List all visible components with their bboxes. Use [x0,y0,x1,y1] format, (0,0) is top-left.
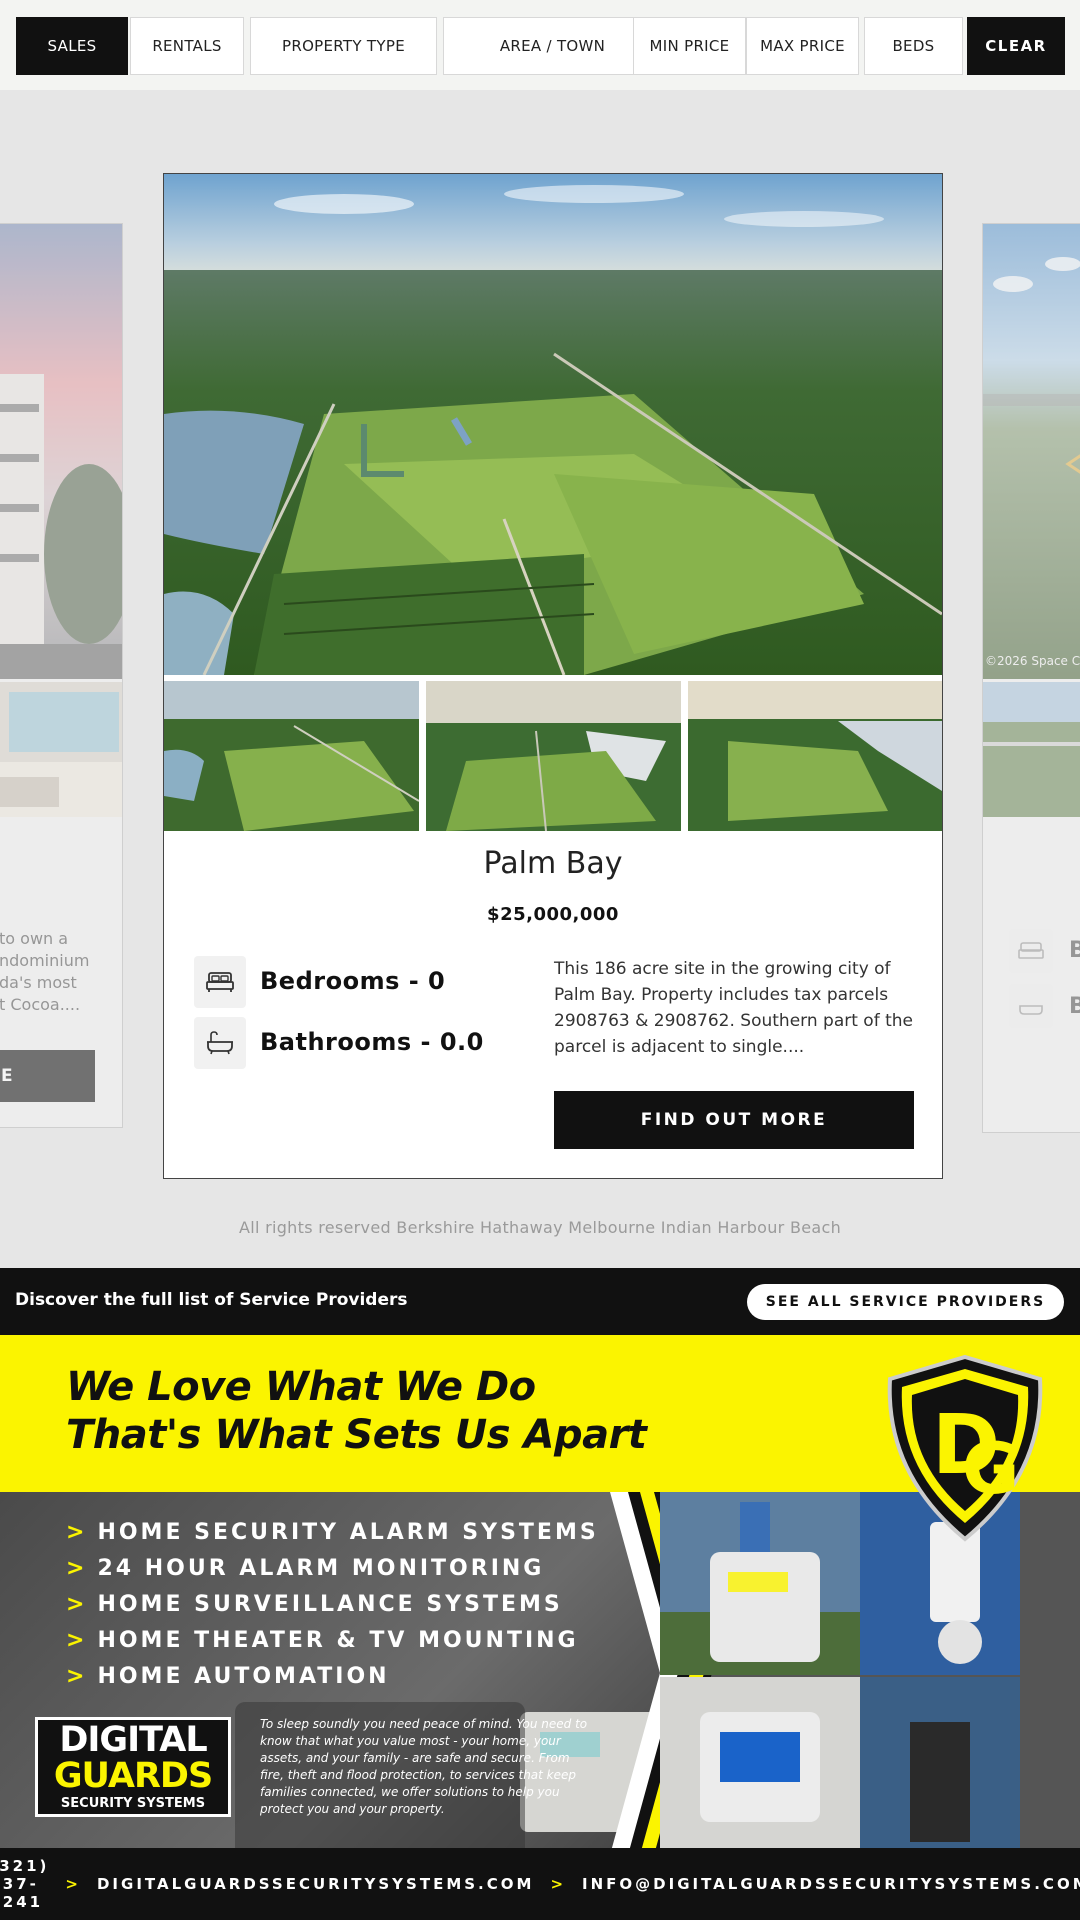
dg-shield-icon: D G [887,1354,1043,1542]
clear-filters-button[interactable]: CLEAR [967,17,1065,75]
ad-service-label: 24 HOUR ALARM MONITORING [97,1556,545,1581]
next-listing-thumb [983,682,1080,817]
arrow-icon: > [66,1664,88,1689]
svg-text:G: G [962,1428,1019,1510]
arrow-icon: > [66,1592,88,1617]
arrow-icon: > [66,1520,88,1545]
ad-service-item: >24 HOUR ALARM MONITORING [66,1551,599,1587]
listing-price: $25,000,000 [487,904,619,925]
listing-card-previous[interactable]: to own a ndominium da's most t Cocoa....… [0,223,123,1128]
ad-headline-line-2: That's What Sets Us Apart [66,1412,647,1458]
find-out-more-button[interactable]: FIND OUT MORE [554,1091,914,1149]
bedrooms-label: Bedrooms - 0 [260,967,446,995]
next-bedrooms-label: B [1069,938,1080,963]
ad-service-label: HOME SECURITY ALARM SYSTEMS [97,1520,599,1545]
ad-headline: We Love What We Do That's What Sets Us A… [66,1363,647,1459]
digital-guards-logo: DIGITAL GUARDS SECURITY SYSTEMS [35,1717,231,1817]
bathtub-icon [1009,984,1053,1028]
next-listing-hero-image [983,224,1080,679]
listing-title: Palm Bay [483,846,623,881]
previous-listing-thumb [0,682,122,817]
bed-icon [1009,929,1053,973]
arrow-icon: > [65,1875,81,1893]
photo-watermark: ©2026 Space Co [985,654,1080,668]
digital-guards-ad[interactable]: We Love What We Do That's What Sets Us A… [0,1335,1080,1920]
listing-description: This 186 acre site in the growing city o… [554,959,913,1057]
filter-min-price-dropdown[interactable]: MIN PRICE [633,17,746,75]
ad-website[interactable]: DIGITALGUARDSSECURITYSYSTEMS.COM [97,1875,534,1893]
filter-max-price-dropdown[interactable]: MAX PRICE [746,17,859,75]
previous-find-out-more-button[interactable]: E [0,1050,95,1102]
service-providers-text: Discover the full list of Service Provid… [15,1290,408,1310]
see-all-service-providers-button[interactable]: SEE ALL SERVICE PROVIDERS [747,1284,1064,1320]
service-providers-banner: Discover the full list of Service Provid… [0,1268,1080,1335]
ad-service-label: HOME SURVEILLANCE SYSTEMS [97,1592,563,1617]
previous-desc-line: ndominium [0,951,90,970]
listing-hero-image[interactable] [164,174,942,675]
filter-beds-dropdown[interactable]: BEDS [864,17,963,75]
filter-sales-button[interactable]: SALES [16,17,128,75]
previous-desc-line: to own a [0,929,69,948]
listing-thumbnail-1[interactable] [164,681,419,831]
ad-contact-bar: (321) 237-3241 > DIGITALGUARDSSECURITYSY… [0,1848,1080,1920]
previous-listing-hero-image [0,224,122,679]
logo-word-guards: GUARDS [53,1756,213,1796]
arrow-icon: > [66,1556,88,1581]
listing-card-active: Palm Bay $25,000,000 Bedrooms - 0 Bathro… [163,173,943,1179]
previous-listing-description: to own a ndominium da's most t Cocoa.... [0,928,89,1016]
ad-phone[interactable]: (321) 237-3241 [0,1857,49,1911]
arrow-icon: > [550,1875,567,1893]
filter-property-type-dropdown[interactable]: PROPERTY TYPE [250,17,437,75]
ad-service-item: > HOME SECURITY ALARM SYSTEMS [66,1515,599,1551]
bed-icon [194,956,246,1008]
listing-card-next[interactable]: ©2026 Space Co B B [982,223,1080,1133]
bathrooms-label: Bathrooms - 0.0 [260,1028,484,1056]
filter-bar: SALES RENTALS PROPERTY TYPE AREA / TOWN … [0,0,1080,90]
filter-area-town-dropdown[interactable]: AREA / TOWN [443,17,662,75]
ad-services-list: > HOME SECURITY ALARM SYSTEMS >24 HOUR AL… [66,1515,599,1695]
listing-thumbnail-3[interactable] [688,681,942,831]
logo-word-digital: DIGITAL [59,1720,207,1760]
ad-service-item: > HOME SURVEILLANCE SYSTEMS [66,1587,599,1623]
ad-email[interactable]: INFO@DIGITALGUARDSSECURITYSYSTEMS.COM [582,1875,1080,1893]
ad-service-item: > HOME AUTOMATION [66,1659,599,1695]
logo-tagline: SECURITY SYSTEMS [60,1796,206,1811]
previous-desc-line: da's most [0,973,77,992]
ad-headline-line-1: We Love What We Do [66,1364,536,1410]
previous-desc-line: t Cocoa.... [0,995,81,1014]
ad-blurb: To sleep soundly you need peace of mind.… [260,1717,588,1816]
ad-service-label: HOME AUTOMATION [97,1664,390,1689]
ad-photo-collage [660,1492,1020,1855]
next-bathrooms-label: B [1069,994,1080,1019]
ad-service-item: > HOME THEATER & TV MOUNTING [66,1623,599,1659]
arrow-icon: > [66,1628,88,1653]
filter-rentals-button[interactable]: RENTALS [130,17,244,75]
listing-thumbnail-2[interactable] [426,681,681,831]
bathtub-icon [194,1017,246,1069]
ad-service-label: HOME THEATER & TV MOUNTING [97,1628,579,1653]
copyright-notice: All rights reserved Berkshire Hathaway M… [238,1218,842,1237]
